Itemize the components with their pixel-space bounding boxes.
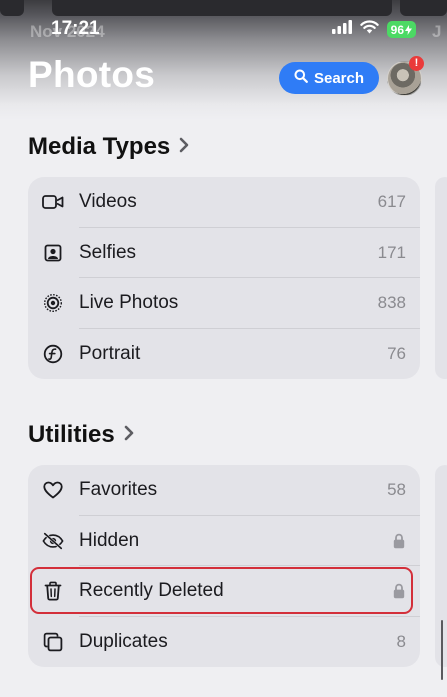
item-count: 8 xyxy=(396,631,406,651)
selfie-icon xyxy=(42,242,64,264)
live-photo-icon xyxy=(42,292,64,314)
status-time: 17:21 xyxy=(51,18,100,39)
battery-level: 96 xyxy=(390,23,404,37)
search-label: Search xyxy=(313,69,365,87)
background-date-label: J xyxy=(432,22,442,41)
background-photo-thumbnail xyxy=(0,0,24,16)
utilities-header[interactable]: Utilities xyxy=(28,421,134,449)
status-icons: 96 xyxy=(331,20,416,39)
utilities-list: Favorites 58 Hidden Recently Deleted Dup… xyxy=(28,465,420,667)
lock-icon xyxy=(393,533,405,549)
list-item-videos[interactable]: Videos 617 xyxy=(28,177,420,228)
item-count: 171 xyxy=(377,242,406,262)
duplicate-icon xyxy=(42,631,64,653)
heart-icon xyxy=(42,479,64,501)
highlight-annotation xyxy=(30,567,413,614)
charging-bolt-icon xyxy=(405,25,412,35)
list-item-duplicates[interactable]: Duplicates 8 xyxy=(28,617,420,668)
list-item-portrait[interactable]: Portrait 76 xyxy=(28,329,420,380)
item-label: Selfies xyxy=(79,241,137,263)
video-icon xyxy=(42,191,64,213)
item-label: Portrait xyxy=(79,342,141,364)
media-types-header[interactable]: Media Types xyxy=(28,133,189,161)
list-item-favorites[interactable]: Favorites 58 xyxy=(28,465,420,516)
cellular-signal-icon xyxy=(331,20,352,39)
item-count: 58 xyxy=(387,480,406,500)
scroll-indicator[interactable] xyxy=(441,620,443,680)
media-types-list: Videos 617 Selfies 171 Live Photos 838 P… xyxy=(28,177,420,379)
item-label: Duplicates xyxy=(79,630,168,652)
item-count: 838 xyxy=(377,293,406,313)
next-card-peek xyxy=(435,177,447,379)
portrait-icon xyxy=(42,343,64,365)
search-button[interactable]: Search xyxy=(279,62,379,94)
eye-slash-icon xyxy=(42,530,64,552)
page-title: Photos xyxy=(28,54,156,95)
search-icon xyxy=(294,69,308,87)
item-count: 617 xyxy=(377,192,406,212)
chevron-right-icon xyxy=(124,425,134,446)
item-label: Videos xyxy=(79,191,137,213)
wifi-icon xyxy=(359,20,379,39)
notification-badge: ! xyxy=(409,56,424,71)
item-label: Favorites xyxy=(79,479,158,501)
background-photo-thumbnail xyxy=(400,0,447,16)
list-item-hidden[interactable]: Hidden xyxy=(28,516,420,566)
item-count: 76 xyxy=(387,343,406,363)
section-title: Utilities xyxy=(28,421,115,448)
item-label: Live Photos xyxy=(79,292,179,314)
chevron-right-icon xyxy=(179,137,189,158)
list-item-live-photos[interactable]: Live Photos 838 xyxy=(28,278,420,329)
background-photo-thumbnail xyxy=(52,0,392,16)
item-label: Hidden xyxy=(79,529,140,551)
list-item-selfies[interactable]: Selfies 171 xyxy=(28,228,420,278)
section-title: Media Types xyxy=(28,133,171,160)
battery-indicator: 96 xyxy=(386,21,416,38)
